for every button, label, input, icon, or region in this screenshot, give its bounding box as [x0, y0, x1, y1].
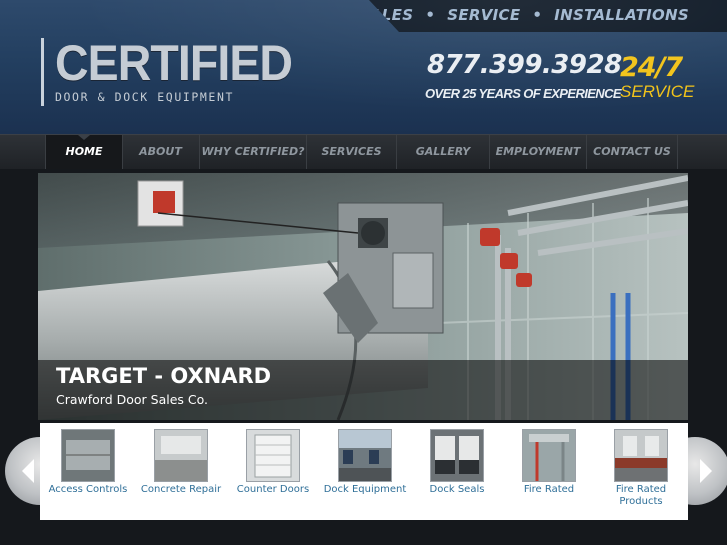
carousel-item-dock-seals[interactable]: Dock Seals	[413, 429, 501, 496]
carousel-item-label: Dock Equipment	[323, 484, 407, 495]
nav-item-employment[interactable]: EMPLOYMENT	[490, 135, 587, 169]
carousel-item-label: Concrete Repair	[140, 484, 222, 495]
top-link-service[interactable]: SERVICE	[447, 6, 520, 24]
logo-bar	[41, 38, 44, 106]
hero-slide[interactable]: TARGET - OXNARD Crawford Door Sales Co.	[38, 173, 688, 420]
concrete-repair-thumb	[154, 429, 208, 482]
phone-number[interactable]: 877.399.3928	[427, 50, 622, 80]
main-nav: HOME ABOUT WHY CERTIFIED? SERVICES GALLE…	[0, 134, 727, 169]
experience-tagline: OVER 25 YEARS OF EXPERIENCE	[425, 86, 622, 101]
fire-rated-products-thumb	[614, 429, 668, 482]
nav-item-gallery[interactable]: GALLERY	[397, 135, 490, 169]
carousel-item-label: Dock Seals	[429, 484, 485, 495]
top-link-installations[interactable]: INSTALLATIONS	[554, 6, 689, 24]
top-links-bar: SALES • SERVICE • INSTALLATIONS	[369, 0, 727, 32]
counter-doors-thumb	[246, 429, 300, 482]
carousel-item-label: Counter Doors	[236, 484, 310, 495]
chevron-left-icon	[22, 459, 34, 483]
hero-title: TARGET - OXNARD	[56, 364, 272, 388]
nav-item-home[interactable]: HOME	[45, 135, 123, 169]
services-carousel: Access Controls Concrete Repair Counter …	[40, 423, 688, 520]
carousel-item-label: Fire Rated	[523, 484, 575, 495]
access-controls-thumb	[61, 429, 115, 482]
nav-item-why-certified[interactable]: WHY CERTIFIED?	[200, 135, 307, 169]
carousel-item-concrete-repair[interactable]: Concrete Repair	[137, 429, 225, 496]
dock-equipment-thumb	[338, 429, 392, 482]
separator-dot: •	[532, 6, 543, 24]
page-footer-strip	[0, 520, 727, 545]
hero-subtitle: Crawford Door Sales Co.	[56, 392, 209, 407]
carousel-item-label: Access Controls	[48, 484, 128, 495]
hero-caption: TARGET - OXNARD Crawford Door Sales Co.	[38, 360, 688, 420]
logo-tagline: DOOR & DOCK EQUIPMENT	[55, 90, 234, 104]
logo-name: CERTIFIED	[55, 35, 293, 91]
top-link-sales[interactable]: SALES	[369, 6, 413, 24]
service-label: SERVICE	[620, 82, 695, 101]
separator-dot: •	[425, 6, 436, 24]
nav-item-about[interactable]: ABOUT	[122, 135, 200, 169]
carousel-item-dock-equipment[interactable]: Dock Equipment	[321, 429, 409, 496]
carousel-item-counter-doors[interactable]: Counter Doors	[229, 429, 317, 496]
dock-seals-thumb	[430, 429, 484, 482]
carousel-item-fire-rated[interactable]: Fire Rated	[505, 429, 593, 496]
site-header: SALES • SERVICE • INSTALLATIONS CERTIFIED DO…	[0, 0, 727, 134]
nav-item-contact-us[interactable]: CONTACT US	[587, 135, 678, 169]
carousel-item-fire-rated-products[interactable]: Fire Rated Products	[597, 429, 685, 508]
fire-rated-thumb	[522, 429, 576, 482]
carousel-item-access-controls[interactable]: Access Controls	[44, 429, 132, 496]
top-links: SALES • SERVICE • INSTALLATIONS	[369, 6, 689, 24]
nav-item-services[interactable]: SERVICES	[307, 135, 397, 169]
carousel-item-label: Fire Rated Products	[615, 484, 667, 507]
chevron-right-icon	[700, 459, 712, 483]
hours-badge: 24/7	[620, 52, 683, 83]
